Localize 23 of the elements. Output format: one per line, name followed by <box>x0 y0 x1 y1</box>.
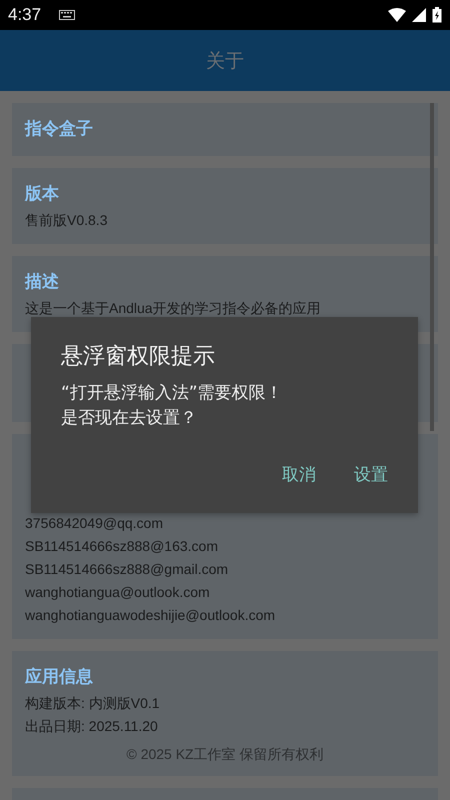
card-text: wanghotiangua@outlook.com <box>25 583 211 602</box>
wifi-icon <box>388 8 406 22</box>
card-text: 这是一个基于Andlua开发的学习指令必备的应用 <box>25 299 322 318</box>
status-time: 4:37 <box>8 5 42 25</box>
card-text: 构建版本: 内测版V0.1 <box>25 694 161 713</box>
card-text: SB114514666sz888@163.com <box>25 537 219 556</box>
card-text: 出品日期: 2025.11.20 <box>25 717 159 736</box>
battery-icon <box>432 7 442 23</box>
signal-icon <box>412 8 426 22</box>
card-text: wanghotianguawodeshijie@outlook.com <box>25 606 276 625</box>
dialog-button[interactable]: 设置 <box>342 455 400 494</box>
app-bar-title: 关于 <box>206 48 244 74</box>
card-text: 3756842049@qq.com <box>25 514 164 533</box>
card-text: 售前版V0.8.3 <box>25 211 108 230</box>
card-title: 版本 <box>25 183 60 206</box>
card-title: 描述 <box>25 271 60 294</box>
dialog-title: 悬浮窗权限提示 <box>61 343 216 371</box>
keyboard-icon <box>59 10 76 20</box>
dialog-message: “打开悬浮输入法”需要权限！ 是否现在去设置？ <box>61 382 284 430</box>
dialog-button[interactable]: 取消 <box>270 455 328 494</box>
card-text: SB114514666sz888@gmail.com <box>25 560 230 579</box>
card-title: 应用信息 <box>25 666 94 689</box>
card-title: 指令盒子 <box>25 118 94 141</box>
